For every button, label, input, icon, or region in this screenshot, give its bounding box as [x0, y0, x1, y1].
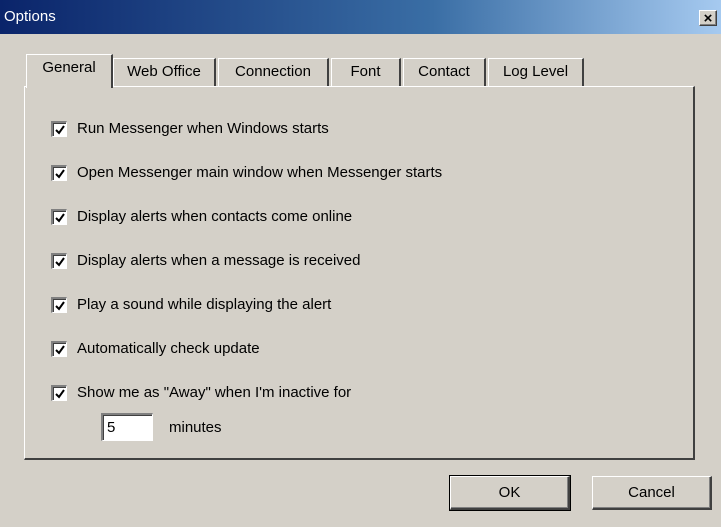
option-label: Display alerts when a message is receive…: [77, 252, 361, 269]
ok-button[interactable]: OK: [449, 475, 571, 511]
tab-label: Web Office: [127, 63, 201, 80]
options-dialog: Options × General Web Office Connection …: [0, 0, 721, 527]
option-show-away[interactable]: Show me as "Away" when I'm inactive for: [51, 383, 351, 403]
check-icon: [54, 212, 65, 223]
checkbox[interactable]: [51, 341, 67, 357]
tab-label: Connection: [235, 63, 311, 80]
tab-contact[interactable]: Contact: [403, 58, 486, 86]
tab-log-level[interactable]: Log Level: [488, 58, 584, 86]
inactive-minutes-row: minutes: [101, 413, 222, 441]
checkbox[interactable]: [51, 385, 67, 401]
option-alert-message-received[interactable]: Display alerts when a message is receive…: [51, 251, 360, 271]
tab-font[interactable]: Font: [331, 58, 401, 86]
tab-label: Contact: [418, 63, 470, 80]
check-icon: [54, 388, 65, 399]
check-icon: [54, 124, 65, 135]
option-label: Automatically check update: [77, 340, 260, 357]
inactive-minutes-input[interactable]: [101, 413, 153, 441]
tab-general[interactable]: General: [26, 54, 113, 88]
checkbox[interactable]: [51, 297, 67, 313]
check-icon: [54, 256, 65, 267]
option-alert-contacts-online[interactable]: Display alerts when contacts come online: [51, 207, 352, 227]
tab-label: Log Level: [502, 63, 569, 80]
checkbox[interactable]: [51, 121, 67, 137]
window-title: Options: [4, 8, 56, 25]
checkbox[interactable]: [51, 209, 67, 225]
title-bar[interactable]: Options ×: [0, 0, 721, 34]
option-label: Play a sound while displaying the alert: [77, 296, 332, 313]
cancel-button-label: Cancel: [628, 484, 675, 501]
option-label: Run Messenger when Windows starts: [77, 120, 329, 137]
checkbox[interactable]: [51, 165, 67, 181]
option-label: Display alerts when contacts come online: [77, 208, 353, 225]
checkbox[interactable]: [51, 253, 67, 269]
check-icon: [54, 300, 65, 311]
option-label: Open Messenger main window when Messenge…: [77, 164, 443, 181]
tab-web-office[interactable]: Web Office: [113, 58, 216, 86]
check-icon: [54, 344, 65, 355]
ok-button-label: OK: [498, 484, 521, 501]
check-icon: [54, 168, 65, 179]
option-play-sound[interactable]: Play a sound while displaying the alert: [51, 295, 331, 315]
close-icon: ×: [703, 10, 713, 27]
minutes-label: minutes: [169, 418, 222, 436]
option-open-main-window[interactable]: Open Messenger main window when Messenge…: [51, 163, 442, 183]
close-button[interactable]: ×: [699, 10, 717, 26]
tab-label: General: [42, 59, 96, 76]
general-panel: Run Messenger when Windows starts Open M…: [24, 86, 695, 460]
tab-connection[interactable]: Connection: [218, 58, 329, 86]
option-auto-check-update[interactable]: Automatically check update: [51, 339, 260, 359]
tab-label: Font: [350, 63, 381, 80]
cancel-button[interactable]: Cancel: [592, 476, 712, 510]
option-run-on-startup[interactable]: Run Messenger when Windows starts: [51, 119, 329, 139]
option-label: Show me as "Away" when I'm inactive for: [77, 384, 352, 401]
